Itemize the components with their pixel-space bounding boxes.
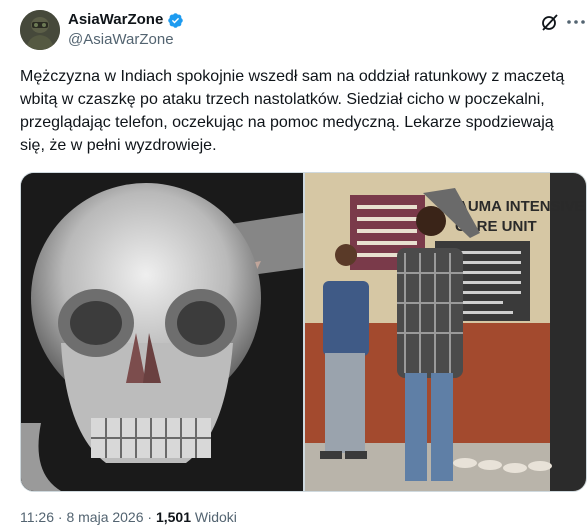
views-count: 1,501: [155, 509, 192, 525]
avatar[interactable]: [20, 10, 60, 50]
tweet-text: Mężczyzna w Indiach spokojnie wszedł sam…: [20, 68, 569, 154]
verified-badge-icon: [167, 12, 184, 29]
meta-separator: ·: [57, 509, 63, 525]
trauma-unit-photo[interactable]: TRAUMA INTENSIVE CARE UNIT: [305, 173, 586, 491]
skull-xray-image[interactable]: [21, 173, 303, 491]
tweet-time[interactable]: 11:26: [20, 509, 54, 525]
grok-icon[interactable]: [540, 12, 560, 32]
more-icon[interactable]: [566, 14, 586, 30]
author-handle[interactable]: @AsiaWarZone: [68, 31, 174, 49]
tweet-meta: 11:26 · 8 maja 2026 · 1,501 Widoki: [20, 508, 237, 526]
author-display-name[interactable]: AsiaWarZone: [68, 11, 163, 29]
avatar-soldier-image: [20, 10, 60, 50]
views-label: Widoki: [194, 509, 237, 525]
author-name-row[interactable]: AsiaWarZone: [68, 11, 184, 29]
meta-separator-2: ·: [147, 509, 153, 525]
tweet-date[interactable]: 8 maja 2026: [66, 509, 143, 525]
media-grid: TRAUMA INTENSIVE CARE UNIT: [20, 172, 587, 492]
tweet-card: AsiaWarZone @AsiaWarZone Mężczyzna w Ind…: [0, 0, 588, 531]
